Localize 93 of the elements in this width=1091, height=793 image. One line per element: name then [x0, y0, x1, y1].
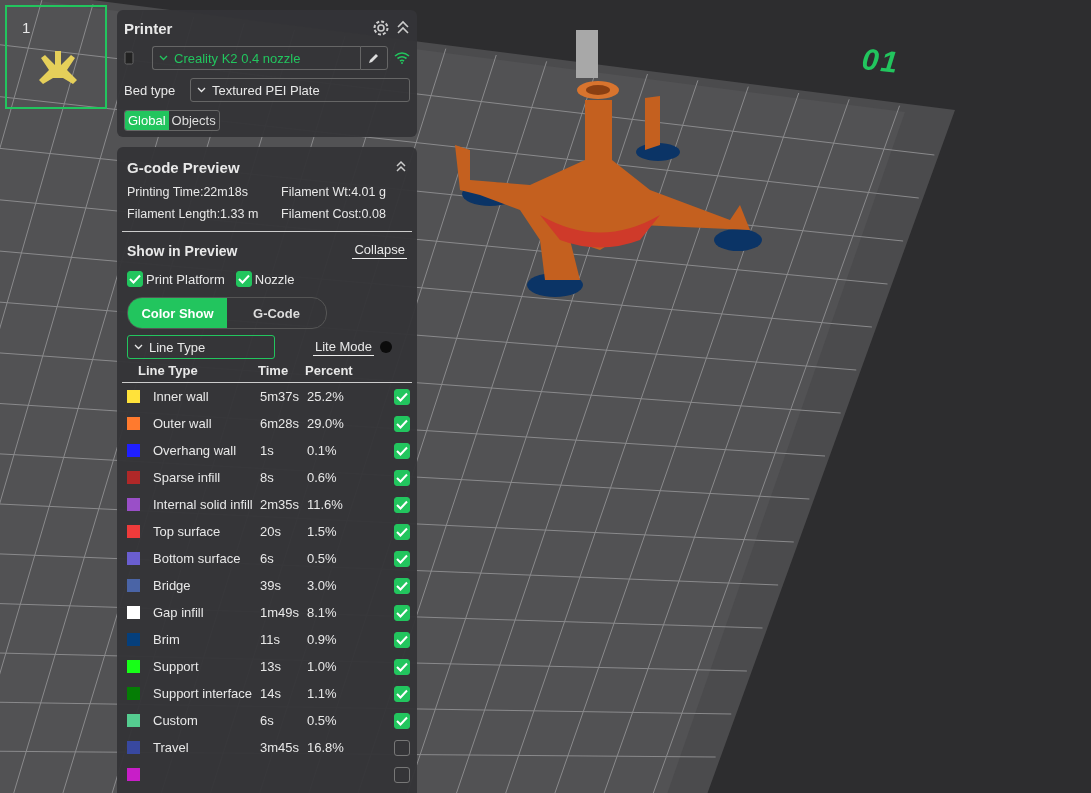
table-cell: 6s — [260, 551, 274, 566]
table-cell: Bottom surface — [153, 551, 241, 566]
table-cell: Internal solid infill — [153, 497, 253, 512]
checkbox[interactable] — [394, 712, 410, 729]
collapse-link[interactable]: Collapse — [352, 242, 407, 259]
settings-icon[interactable] — [372, 19, 390, 37]
table-cell: 16.8% — [307, 740, 344, 755]
lite-mode-label: Lite Mode — [312, 338, 374, 356]
table-cell: 6s — [260, 713, 274, 728]
table-cell: Top surface — [153, 524, 221, 539]
pencil-icon — [368, 52, 380, 64]
table-cell: 11s — [260, 632, 280, 647]
checkbox[interactable] — [394, 685, 410, 702]
table-cell: 1.0% — [307, 659, 337, 674]
section-title: Show in Preview — [127, 242, 238, 259]
checkbox[interactable] — [394, 388, 410, 405]
stat-text: Filament Cost:0.08 — [281, 207, 387, 221]
table-cell: Outer wall — [153, 416, 212, 431]
checkbox[interactable] — [394, 658, 410, 675]
edit-button[interactable] — [360, 46, 388, 70]
table-cell: 13s — [260, 659, 281, 674]
table-cell: 6m28s — [260, 416, 300, 431]
checkbox[interactable] — [394, 577, 410, 594]
checkbox[interactable] — [394, 550, 410, 567]
checkbox[interactable] — [394, 442, 410, 459]
table-cell: 2m35s — [260, 497, 300, 512]
table-cell: Inner wall — [153, 389, 209, 404]
table-cell: 0.6% — [307, 470, 337, 485]
plate-index: 1 — [22, 19, 31, 36]
table-cell: 3.0% — [307, 578, 337, 593]
table-cell: 39s — [260, 578, 281, 593]
table-cell: Sparse infill — [153, 470, 221, 485]
table-cell: 11.6% — [307, 497, 343, 512]
table-cell: 20s — [260, 524, 281, 539]
stat-text: Printing Time:22m18s — [127, 185, 249, 199]
table-cell: 1m49s — [260, 605, 300, 620]
scope-tab[interactable]: Objects — [168, 111, 219, 130]
checkbox[interactable] — [394, 604, 410, 621]
wifi-icon — [394, 52, 410, 64]
table-cell: 0.1% — [307, 443, 337, 458]
table-cell: 0.9% — [307, 632, 337, 647]
column-header: Percent — [305, 363, 354, 378]
checkbox[interactable] — [394, 415, 410, 432]
table-cell: 8s — [260, 470, 274, 485]
checkbox[interactable] — [394, 496, 410, 513]
table-cell: 8.1% — [307, 605, 337, 620]
table-cell: 1.5% — [307, 524, 337, 539]
checkbox[interactable] — [235, 271, 252, 287]
bed-type-label: Bed type — [124, 82, 177, 98]
column-header: Line Type — [138, 363, 199, 378]
view-tab[interactable]: G-Code — [227, 298, 326, 328]
table-cell: 14s — [260, 686, 281, 701]
column-header: Time — [258, 363, 290, 378]
table-cell: 25.2% — [307, 389, 344, 404]
stat-text: Filament Wt:4.01 g — [281, 185, 387, 199]
table-cell: Support — [153, 659, 199, 674]
table-cell: 0.5% — [307, 713, 337, 728]
printer-preset-dropdown[interactable]: Creality K2 0.4 nozzle — [152, 46, 360, 70]
chevron-down-icon — [197, 87, 206, 93]
printer-icon — [124, 51, 134, 65]
table-cell: 1s — [260, 443, 274, 458]
checkbox-label: Print Platform — [146, 271, 225, 287]
table-cell: Travel — [153, 740, 189, 755]
panel-title: G-code Preview — [127, 158, 240, 176]
table-cell: 5m37s — [260, 389, 300, 404]
table-cell: 3m45s — [260, 740, 300, 755]
stat-text: Filament Length:1.33 m — [127, 207, 260, 221]
plate-number: 01 — [860, 42, 902, 80]
checkbox[interactable] — [394, 766, 410, 783]
table-cell: Gap infill — [153, 605, 204, 620]
collapse-icon[interactable] — [396, 20, 410, 36]
table-cell: 0.5% — [307, 551, 337, 566]
collapse-icon[interactable] — [395, 160, 407, 174]
view-type-dropdown[interactable]: Line Type — [127, 335, 275, 359]
bed-type-dropdown[interactable]: Textured PEI Plate — [190, 78, 410, 102]
table-cell: Bridge — [153, 578, 191, 593]
table-cell: Brim — [153, 632, 180, 647]
panel-title: Printer — [124, 19, 173, 37]
table-cell: Support interface — [153, 686, 252, 701]
checkbox[interactable] — [394, 523, 410, 540]
checkbox[interactable] — [394, 739, 410, 756]
table-cell: Overhang wall — [153, 443, 237, 458]
checkbox[interactable] — [394, 631, 410, 648]
table-cell: Custom — [153, 713, 198, 728]
checkbox-label: Nozzle — [254, 271, 295, 287]
chevron-down-icon — [159, 55, 168, 61]
table-cell: 29.0% — [307, 416, 344, 431]
checkbox[interactable] — [127, 271, 143, 287]
chevron-down-icon — [134, 344, 143, 350]
table-cell: 1.1% — [307, 686, 337, 701]
plate-thumbnail[interactable]: 1 — [5, 5, 107, 109]
lite-mode-toggle[interactable] — [380, 341, 392, 353]
checkbox[interactable] — [394, 469, 410, 486]
